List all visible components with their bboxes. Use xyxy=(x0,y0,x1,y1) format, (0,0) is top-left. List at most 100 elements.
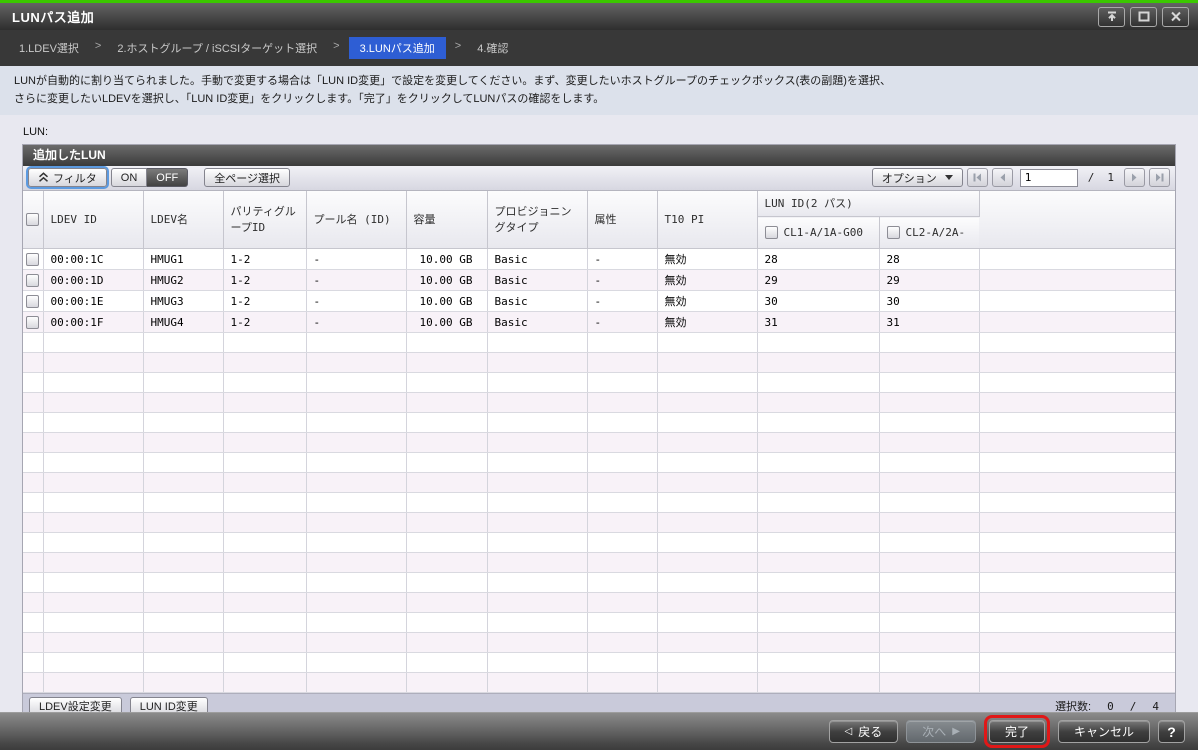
column-header-capacity[interactable]: 容量 xyxy=(406,191,487,249)
page-number-input[interactable] xyxy=(1020,169,1078,187)
cl2-path-checkbox[interactable] xyxy=(887,226,900,239)
row-select-cell[interactable] xyxy=(23,291,43,312)
empty-row xyxy=(23,353,1175,373)
dialog-footer: ◁ 戻る 次へ ▶ 完了 キャンセル ? xyxy=(0,712,1198,750)
back-button[interactable]: ◁ 戻る xyxy=(829,720,899,743)
column-header-cl2-path[interactable]: CL2-A/2A- xyxy=(879,217,979,249)
empty-cell xyxy=(306,353,406,373)
empty-cell xyxy=(657,593,757,613)
empty-row xyxy=(23,413,1175,433)
column-header-cl1-path[interactable]: CL1-A/1A-G00 xyxy=(757,217,879,249)
table-row[interactable]: 00:00:1EHMUG31-2-10.00 GBBasic-無効3030 xyxy=(23,291,1175,312)
empty-cell xyxy=(587,413,657,433)
filler-column-header xyxy=(979,191,1175,249)
last-page-button[interactable] xyxy=(1149,168,1170,187)
column-header-parity-group[interactable]: パリティグループID xyxy=(223,191,306,249)
close-icon[interactable] xyxy=(1162,7,1189,27)
empty-cell xyxy=(143,533,223,553)
selection-count-selected: 0 xyxy=(1107,700,1114,712)
filter-off-button[interactable]: OFF xyxy=(147,168,188,187)
step-lun-path-add[interactable]: 3.LUNパス追加 xyxy=(349,37,446,59)
empty-row xyxy=(23,433,1175,453)
empty-cell xyxy=(406,593,487,613)
empty-row xyxy=(23,393,1175,413)
select-all-rows-cell[interactable] xyxy=(23,191,43,249)
table-row[interactable]: 00:00:1FHMUG41-2-10.00 GBBasic-無効3131 xyxy=(23,312,1175,333)
select-all-pages-button[interactable]: 全ページ選択 xyxy=(204,168,290,187)
options-button[interactable]: オプション xyxy=(872,168,963,187)
rollup-icon[interactable] xyxy=(1098,7,1125,27)
empty-row xyxy=(23,633,1175,653)
back-button-label: 戻る xyxy=(858,723,882,740)
empty-cell xyxy=(879,593,979,613)
column-header-provisioning-type[interactable]: プロビジョニングタイプ xyxy=(487,191,587,249)
column-header-t10pi[interactable]: T10 PI xyxy=(657,191,757,249)
filter-icon xyxy=(38,172,49,183)
empty-cell xyxy=(757,413,879,433)
instruction-line-1: LUNが自動的に割り当てられました。手動で変更する場合は「LUN ID変更」で設… xyxy=(14,73,1184,91)
finish-button[interactable]: 完了 xyxy=(989,720,1045,743)
empty-cell xyxy=(979,433,1175,453)
row-select-cell[interactable] xyxy=(23,249,43,270)
row-checkbox[interactable] xyxy=(26,295,39,308)
empty-cell xyxy=(306,393,406,413)
empty-cell xyxy=(23,473,43,493)
maximize-icon[interactable] xyxy=(1130,7,1157,27)
step-separator: > xyxy=(86,37,110,55)
table-row[interactable]: 00:00:1DHMUG21-2-10.00 GBBasic-無効2929 xyxy=(23,270,1175,291)
selection-count-label: 選択数: xyxy=(1055,698,1091,712)
empty-cell xyxy=(223,453,306,473)
table-toolbar: フィルタ ON OFF 全ページ選択 オプション xyxy=(23,166,1175,191)
cell: 1-2 xyxy=(223,270,306,291)
prev-page-button[interactable] xyxy=(992,168,1013,187)
empty-cell xyxy=(979,633,1175,653)
empty-cell xyxy=(306,373,406,393)
empty-cell xyxy=(223,673,306,693)
help-button[interactable]: ? xyxy=(1158,720,1185,743)
empty-cell xyxy=(143,513,223,533)
column-header-attribute[interactable]: 属性 xyxy=(587,191,657,249)
table-row[interactable]: 00:00:1CHMUG11-2-10.00 GBBasic-無効2828 xyxy=(23,249,1175,270)
empty-cell xyxy=(979,533,1175,553)
table-title: 追加したLUN xyxy=(23,145,1175,166)
select-all-checkbox[interactable] xyxy=(26,213,39,226)
empty-cell xyxy=(143,653,223,673)
column-header-ldev-name[interactable]: LDEV名 xyxy=(143,191,223,249)
first-page-button[interactable] xyxy=(967,168,988,187)
cancel-button[interactable]: キャンセル xyxy=(1058,720,1150,743)
empty-cell xyxy=(306,653,406,673)
ldev-settings-change-button[interactable]: LDEV設定変更 xyxy=(29,697,122,712)
empty-cell xyxy=(657,393,757,413)
empty-cell xyxy=(587,433,657,453)
step-hostgroup-select[interactable]: 2.ホストグループ / iSCSIターゲット選択 xyxy=(110,37,324,59)
column-header-ldev-id[interactable]: LDEV ID xyxy=(43,191,143,249)
empty-cell xyxy=(487,533,587,553)
row-select-cell[interactable] xyxy=(23,270,43,291)
row-checkbox[interactable] xyxy=(26,316,39,329)
cell: HMUG1 xyxy=(143,249,223,270)
filter-on-button[interactable]: ON xyxy=(111,168,148,187)
column-header-pool-name[interactable]: プール名 (ID) xyxy=(306,191,406,249)
empty-row xyxy=(23,593,1175,613)
filler-cell xyxy=(979,291,1175,312)
next-page-button[interactable] xyxy=(1124,168,1145,187)
instruction-panel: LUNが自動的に割り当てられました。手動で変更する場合は「LUN ID変更」で設… xyxy=(0,66,1198,115)
empty-cell xyxy=(657,413,757,433)
step-confirm[interactable]: 4.確認 xyxy=(470,37,515,59)
empty-cell xyxy=(43,373,143,393)
filter-button[interactable]: フィルタ xyxy=(28,168,107,187)
cell: - xyxy=(306,291,406,312)
row-select-cell[interactable] xyxy=(23,312,43,333)
empty-cell xyxy=(979,373,1175,393)
empty-cell xyxy=(757,433,879,453)
empty-cell xyxy=(306,493,406,513)
empty-cell xyxy=(757,453,879,473)
lun-section-label: LUN: xyxy=(23,126,1176,138)
lun-id-change-button[interactable]: LUN ID変更 xyxy=(130,697,208,712)
step-ldev-select[interactable]: 1.LDEV選択 xyxy=(12,37,86,59)
added-lun-table: 追加したLUN フィルタ ON OFF 全ページ選択 オプション xyxy=(22,144,1176,712)
cell: Basic xyxy=(487,270,587,291)
row-checkbox[interactable] xyxy=(26,253,39,266)
row-checkbox[interactable] xyxy=(26,274,39,287)
cl1-path-checkbox[interactable] xyxy=(765,226,778,239)
